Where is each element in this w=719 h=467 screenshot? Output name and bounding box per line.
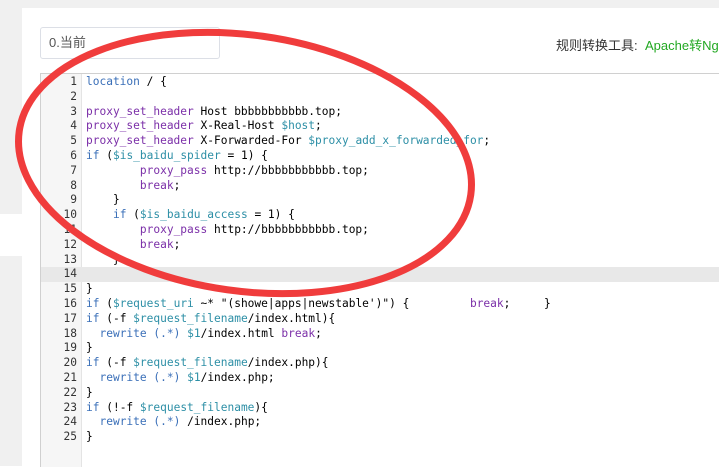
annotation-ellipse [15,28,475,298]
red-ellipse-annotation [15,28,475,298]
